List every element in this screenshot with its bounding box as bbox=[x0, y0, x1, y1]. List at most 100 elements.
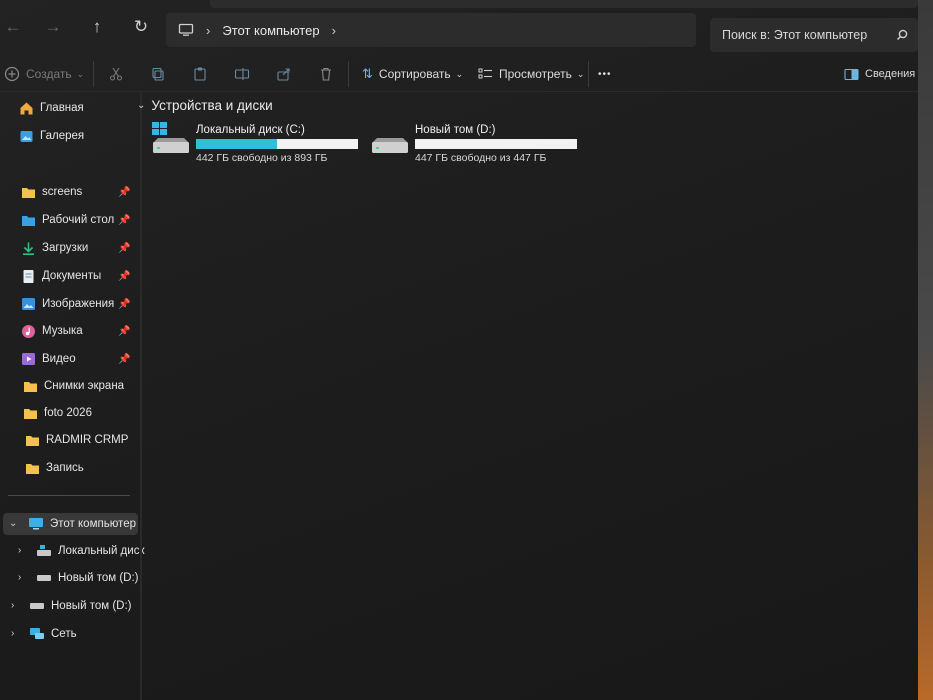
drive-usage-bar bbox=[415, 139, 577, 149]
delete-button[interactable] bbox=[318, 60, 334, 88]
paste-icon bbox=[194, 67, 206, 81]
pin-icon[interactable]: 📌 bbox=[118, 326, 130, 337]
sidebar-item-recording[interactable]: Запись bbox=[24, 457, 84, 479]
search-input[interactable]: Поиск в: Этот компьютер bbox=[710, 18, 918, 52]
sidebar-item-label: Главная bbox=[40, 102, 84, 114]
network-icon bbox=[29, 626, 45, 642]
chevron-right-icon[interactable]: › bbox=[18, 572, 21, 583]
address-bar[interactable]: › Этот компьютер › bbox=[166, 13, 696, 47]
sidebar-item-music[interactable]: Музыка bbox=[20, 320, 83, 342]
pin-icon[interactable]: 📌 bbox=[118, 215, 130, 226]
drive-icon bbox=[36, 570, 52, 586]
drive-usage-bar bbox=[196, 139, 358, 149]
sidebar-divider bbox=[8, 495, 130, 496]
pin-icon[interactable]: 📌 bbox=[118, 271, 130, 282]
up-icon[interactable]: ↑ bbox=[84, 14, 110, 40]
chevron-down-icon[interactable]: ⌄ bbox=[9, 518, 17, 529]
download-icon bbox=[20, 240, 36, 256]
sidebar-item-pictures[interactable]: Изображения bbox=[20, 293, 114, 315]
sidebar-item-gallery[interactable]: Галерея bbox=[18, 125, 84, 147]
create-button[interactable]: Создать ⌄ bbox=[4, 60, 84, 88]
drive-usage-fill bbox=[196, 139, 277, 149]
command-bar: Создать ⌄ ⇅ Сортировать ⌄ Просмотреть ⌄ … bbox=[0, 57, 918, 92]
computer-icon bbox=[178, 23, 194, 36]
sidebar-item-label: Новый том (D:) bbox=[58, 572, 139, 584]
chevron-down-icon: ⌄ bbox=[76, 68, 85, 79]
rename-icon bbox=[234, 68, 250, 80]
sidebar-item-home[interactable]: Главная bbox=[18, 97, 84, 119]
sidebar-item-label: screens bbox=[42, 186, 83, 198]
drive-name: Новый том (D:) bbox=[415, 124, 496, 136]
copy-icon bbox=[152, 67, 164, 81]
sidebar-item-label: Видео bbox=[42, 353, 76, 365]
rename-button[interactable] bbox=[234, 60, 250, 88]
chevron-right-icon[interactable]: › bbox=[206, 23, 210, 38]
sidebar-item-screenshots[interactable]: Снимки экрана bbox=[22, 375, 124, 397]
sidebar-item-label: Галерея bbox=[40, 130, 85, 142]
sidebar-item-new-volume-d[interactable]: Новый том (D:) bbox=[36, 567, 139, 589]
pin-icon[interactable]: 📌 bbox=[118, 187, 130, 198]
share-button[interactable] bbox=[276, 60, 292, 88]
paste-button[interactable] bbox=[192, 60, 208, 88]
sort-button[interactable]: ⇅ Сортировать ⌄ bbox=[362, 60, 463, 88]
details-button[interactable]: Сведения bbox=[844, 60, 915, 88]
folder-icon bbox=[20, 184, 36, 200]
sidebar-item-local-disk[interactable]: Локальный диск bbox=[36, 540, 144, 562]
cut-icon bbox=[109, 67, 123, 81]
cut-button[interactable] bbox=[108, 60, 124, 88]
sidebar-item-label: Снимки экрана bbox=[44, 380, 125, 392]
sidebar-item-screens[interactable]: screens bbox=[20, 181, 82, 203]
details-pane-icon bbox=[844, 68, 859, 80]
chevron-down-icon: ⌄ bbox=[576, 68, 585, 79]
sidebar-item-videos[interactable]: Видео bbox=[20, 348, 76, 370]
drive-tile-d[interactable]: Новый том (D:) 447 ГБ свободно из 447 ГБ bbox=[371, 122, 581, 168]
pane-divider bbox=[140, 92, 142, 700]
music-icon bbox=[20, 323, 36, 339]
forward-icon[interactable]: → bbox=[40, 14, 66, 40]
more-options-button[interactable]: ••• bbox=[598, 60, 612, 88]
view-list-icon bbox=[478, 68, 492, 79]
chevron-right-icon[interactable]: › bbox=[332, 23, 336, 38]
folder-icon bbox=[24, 460, 40, 476]
sidebar-item-network[interactable]: Сеть bbox=[29, 623, 77, 645]
desktop-folder-icon bbox=[20, 212, 36, 228]
sidebar-item-foto-2026[interactable]: foto 2026 bbox=[22, 402, 92, 424]
chevron-right-icon[interactable]: › bbox=[11, 600, 14, 611]
view-button[interactable]: Просмотреть ⌄ bbox=[478, 60, 584, 88]
sort-label: Сортировать bbox=[378, 67, 451, 81]
sidebar-item-this-pc[interactable]: Этот компьютер bbox=[28, 513, 136, 535]
view-label: Просмотреть bbox=[499, 67, 572, 81]
video-icon bbox=[20, 351, 36, 367]
chevron-down-icon[interactable]: ⌄ bbox=[137, 100, 145, 111]
sidebar-item-label: Музыка bbox=[42, 325, 83, 337]
drive-free-space: 442 ГБ свободно из 893 ГБ bbox=[196, 152, 328, 164]
sidebar-item-radmir-crmp[interactable]: RADMIR CRMP bbox=[24, 429, 128, 451]
drive-free-space: 447 ГБ свободно из 447 ГБ bbox=[415, 152, 547, 164]
sidebar-item-desktop[interactable]: Рабочий стол bbox=[20, 209, 114, 231]
sidebar-item-label: Документы bbox=[42, 270, 102, 282]
drive-tile-c[interactable]: Локальный диск (C:) 442 ГБ свободно из 8… bbox=[152, 122, 362, 168]
breadcrumb[interactable]: Этот компьютер bbox=[222, 23, 319, 38]
group-header-devices[interactable]: ⌄ Устройства и диски bbox=[137, 98, 273, 113]
back-icon[interactable]: ← bbox=[0, 14, 26, 40]
sidebar-item-documents[interactable]: Документы bbox=[20, 265, 101, 287]
sidebar-item-new-volume-d-2[interactable]: Новый том (D:) bbox=[29, 595, 132, 617]
drive-icon bbox=[29, 598, 45, 614]
drive-icon bbox=[36, 543, 52, 559]
pin-icon[interactable]: 📌 bbox=[118, 354, 130, 365]
pin-icon[interactable]: 📌 bbox=[118, 299, 130, 310]
chevron-right-icon[interactable]: › bbox=[18, 545, 21, 556]
file-explorer-window: ← → ↑ ↻ › Этот компьютер › Поиск в: Этот… bbox=[0, 0, 918, 700]
pictures-icon bbox=[20, 296, 36, 312]
sidebar-item-downloads[interactable]: Загрузки bbox=[20, 237, 88, 259]
documents-icon bbox=[20, 268, 36, 284]
refresh-icon[interactable]: ↻ bbox=[128, 14, 154, 40]
computer-icon bbox=[28, 516, 44, 532]
sidebar-item-label: RADMIR CRMP bbox=[46, 434, 129, 446]
sidebar-item-label: Запись bbox=[46, 462, 84, 474]
copy-button[interactable] bbox=[150, 60, 166, 88]
chevron-right-icon[interactable]: › bbox=[11, 628, 14, 639]
sidebar-item-label: Этот компьютер bbox=[50, 518, 136, 530]
sidebar-item-label: foto 2026 bbox=[44, 407, 92, 419]
pin-icon[interactable]: 📌 bbox=[118, 243, 130, 254]
